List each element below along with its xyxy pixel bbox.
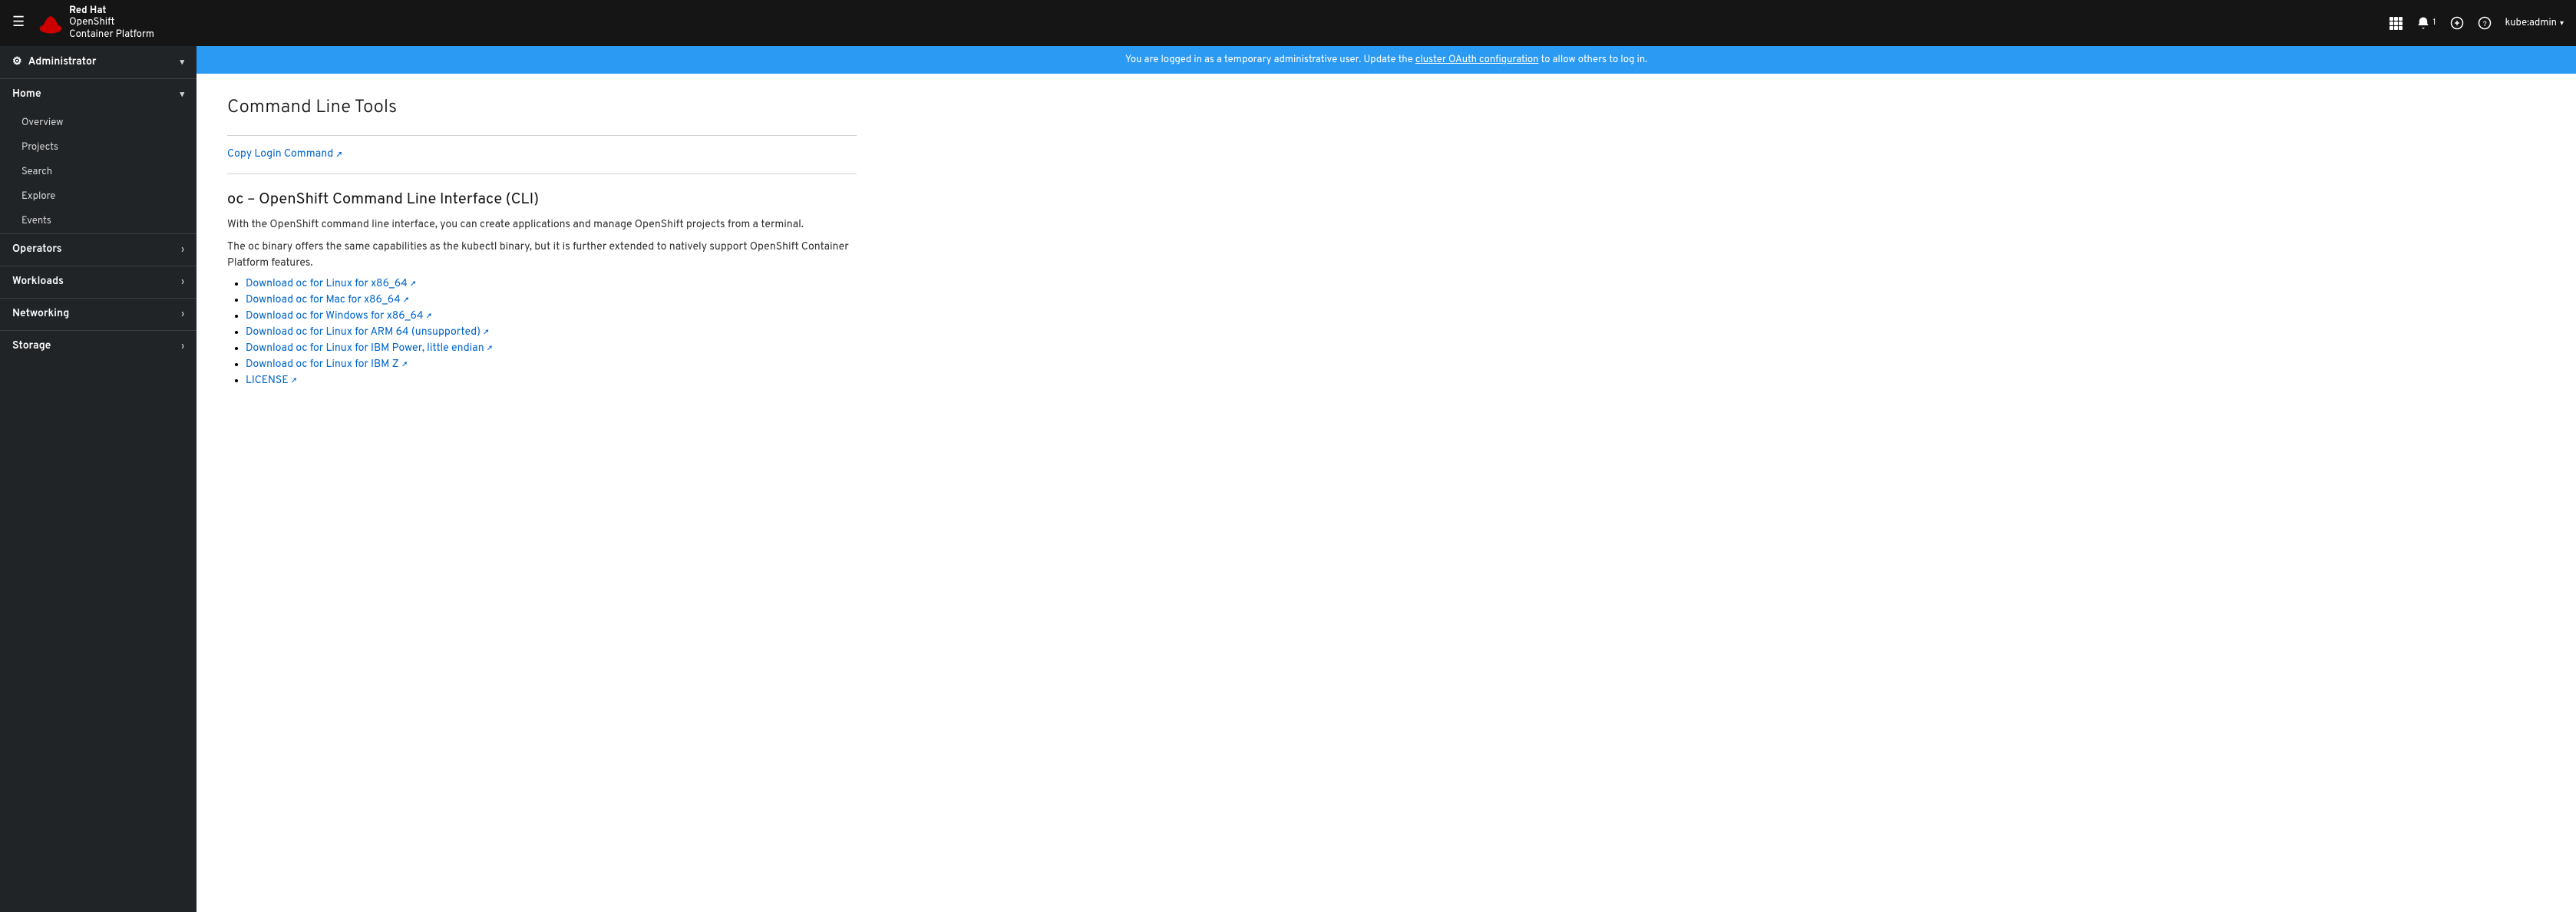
list-item: Download oc for Linux for IBM Z ↗ <box>246 359 857 372</box>
external-icon: ↗ <box>402 360 408 371</box>
dl-license-label: LICENSE <box>246 375 289 388</box>
external-icon: ↗ <box>487 344 493 355</box>
home-label: Home <box>12 88 41 101</box>
gear-icon: ⚙ <box>12 55 22 69</box>
storage-label: Storage <box>12 340 51 353</box>
download-list: Download oc for Linux for x86_64 ↗ Downl… <box>227 278 857 388</box>
external-icon: ↗ <box>427 312 432 322</box>
topnav: ☰ Red Hat OpenShift Container Platform <box>0 0 2576 46</box>
external-icon: ↗ <box>484 328 489 339</box>
info-banner: You are logged in as a temporary adminis… <box>197 46 2576 74</box>
networking-label: Networking <box>12 308 69 321</box>
username-label: kube:admin <box>2505 17 2557 29</box>
plus-circle-icon <box>2450 16 2464 30</box>
sidebar: ⚙ Administrator ▾ Home ▾ Overview Projec… <box>0 46 197 912</box>
dl-linux-arm64-label: Download oc for Linux for ARM 64 (unsupp… <box>246 326 481 339</box>
operators-label: Operators <box>12 243 62 256</box>
topnav-icons: 1 ? kube:admin ▾ <box>2389 16 2564 30</box>
external-icon: ↗ <box>292 376 297 387</box>
sidebar-workloads-section[interactable]: Workloads › <box>0 266 197 298</box>
networking-caret: › <box>181 309 184 320</box>
main-inner: Command Line Tools Copy Login Command ↗ … <box>197 74 887 421</box>
dl-ibm-power-label: Download oc for Linux for IBM Power, lit… <box>246 342 484 355</box>
help-circle-icon: ? <box>2478 16 2492 30</box>
operators-caret: › <box>181 245 184 256</box>
sidebar-networking-section[interactable]: Networking › <box>0 298 197 330</box>
home-caret: ▾ <box>180 89 184 101</box>
brand-text: Red Hat OpenShift Container Platform <box>69 5 154 41</box>
divider-2 <box>227 173 857 174</box>
dl-windows-x86-link[interactable]: Download oc for Windows for x86_64 ↗ <box>246 310 431 323</box>
brand-platform: Container Platform <box>69 29 154 41</box>
divider-1 <box>227 135 857 136</box>
dl-linux-x86-link[interactable]: Download oc for Linux for x86_64 ↗ <box>246 278 416 291</box>
help-button[interactable]: ? <box>2478 16 2492 30</box>
sidebar-admin-section[interactable]: ⚙ Administrator ▾ <box>0 46 197 78</box>
banner-text-after: to allow others to log in. <box>1538 54 1647 66</box>
oc-section-title: oc – OpenShift Command Line Interface (C… <box>227 190 857 210</box>
list-item: LICENSE ↗ <box>246 375 857 388</box>
dl-license-link[interactable]: LICENSE ↗ <box>246 375 296 388</box>
list-item: Download oc for Linux for x86_64 ↗ <box>246 278 857 291</box>
list-item: Download oc for Mac for x86_64 ↗ <box>246 294 857 307</box>
banner-text: You are logged in as a temporary adminis… <box>1125 54 1415 66</box>
dl-linux-arm64-link[interactable]: Download oc for Linux for ARM 64 (unsupp… <box>246 326 489 339</box>
sidebar-storage-section[interactable]: Storage › <box>0 330 197 362</box>
list-item: Download oc for Linux for IBM Power, lit… <box>246 342 857 355</box>
oc-desc-2: The oc binary offers the same capabiliti… <box>227 240 857 272</box>
copy-login-command-link[interactable]: Copy Login Command ↗ <box>227 148 342 161</box>
external-icon: ↗ <box>404 296 409 306</box>
external-link-icon: ↗ <box>336 149 342 161</box>
sidebar-item-overview[interactable]: Overview <box>0 111 197 135</box>
dl-linux-x86-label: Download oc for Linux for x86_64 <box>246 278 408 291</box>
add-button[interactable] <box>2450 16 2464 30</box>
page-title: Command Line Tools <box>227 97 857 120</box>
oc-desc-1: With the OpenShift command line interfac… <box>227 217 857 233</box>
sidebar-item-events[interactable]: Events <box>0 209 197 233</box>
list-item: Download oc for Windows for x86_64 ↗ <box>246 310 857 323</box>
apps-icon-button[interactable] <box>2389 16 2403 30</box>
user-menu-button[interactable]: kube:admin ▾ <box>2505 17 2564 29</box>
main-content-area: You are logged in as a temporary adminis… <box>197 46 2576 912</box>
dl-ibm-power-link[interactable]: Download oc for Linux for IBM Power, lit… <box>246 342 492 355</box>
notifications-button[interactable]: 1 <box>2416 16 2436 30</box>
bell-icon <box>2416 16 2430 30</box>
copy-login-label: Copy Login Command <box>227 148 333 161</box>
admin-caret: ▾ <box>180 57 184 68</box>
sidebar-item-explore[interactable]: Explore <box>0 184 197 209</box>
apps-grid-icon <box>2389 16 2403 30</box>
user-menu-caret: ▾ <box>2560 18 2564 28</box>
sidebar-home-section[interactable]: Home ▾ <box>0 78 197 111</box>
workloads-label: Workloads <box>12 276 64 289</box>
external-icon: ↗ <box>411 279 416 290</box>
storage-caret: › <box>181 342 184 352</box>
workloads-caret: › <box>181 277 184 288</box>
brand-product: OpenShift <box>69 17 154 29</box>
sidebar-operators-section[interactable]: Operators › <box>0 233 197 266</box>
redhat-logo-icon <box>37 9 64 37</box>
dl-windows-x86-label: Download oc for Windows for x86_64 <box>246 310 424 323</box>
admin-label: Administrator <box>28 56 97 69</box>
dl-ibm-z-label: Download oc for Linux for IBM Z <box>246 359 399 372</box>
oauth-config-link[interactable]: cluster OAuth configuration <box>1415 54 1539 66</box>
dl-mac-x86-label: Download oc for Mac for x86_64 <box>246 294 401 307</box>
hamburger-menu[interactable]: ☰ <box>12 16 25 30</box>
svg-text:?: ? <box>2482 19 2486 29</box>
brand-redhat: Red Hat <box>69 5 154 18</box>
dl-ibm-z-link[interactable]: Download oc for Linux for IBM Z ↗ <box>246 359 407 372</box>
sidebar-item-search[interactable]: Search <box>0 160 197 184</box>
list-item: Download oc for Linux for ARM 64 (unsupp… <box>246 326 857 339</box>
sidebar-item-projects[interactable]: Projects <box>0 135 197 160</box>
notification-count: 1 <box>2432 18 2436 28</box>
dl-mac-x86-link[interactable]: Download oc for Mac for x86_64 ↗ <box>246 294 409 307</box>
brand-logo: Red Hat OpenShift Container Platform <box>37 5 154 41</box>
